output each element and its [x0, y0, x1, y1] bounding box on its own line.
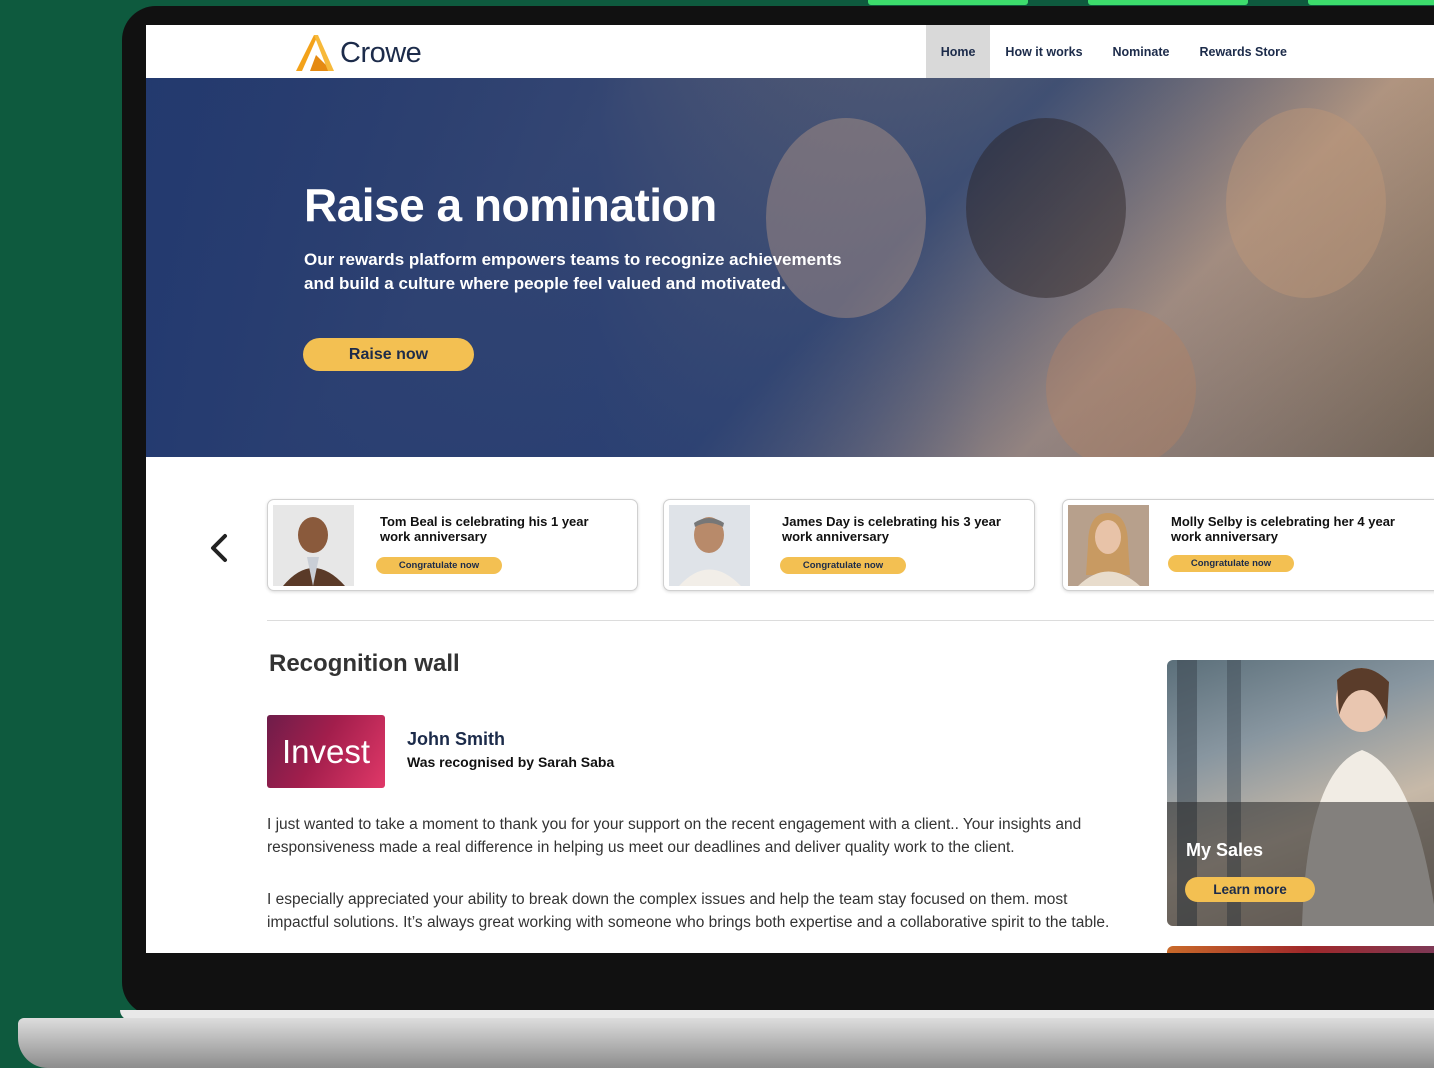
hero-photo-person [966, 118, 1126, 298]
hero-photo-person [1226, 108, 1386, 298]
hero-photo-person [1046, 308, 1196, 457]
site-header: Crowe Home How it works Nominate Rewards… [146, 25, 1434, 78]
top-accent-bar [1308, 0, 1434, 5]
nav-nominate[interactable]: Nominate [1098, 25, 1185, 78]
avatar [273, 505, 354, 586]
hero-title: Raise a nomination [304, 179, 717, 231]
avatar [669, 505, 750, 586]
anniversary-text: James Day is celebrating his 3 year work… [782, 514, 1001, 544]
recognition-message: I just wanted to take a moment to thank … [267, 816, 1082, 856]
logo-text: Crowe [340, 36, 422, 69]
next-promo-card[interactable] [1167, 946, 1434, 953]
chevron-left-icon[interactable] [208, 528, 230, 568]
anniversary-text: Tom Beal is celebrating his 1 year work … [380, 514, 589, 544]
invest-badge: Invest [267, 715, 385, 788]
my-sales-card[interactable]: My Sales Learn more [1167, 660, 1434, 926]
congratulate-button[interactable]: Congratulate now [1168, 555, 1294, 572]
raise-now-button[interactable]: Raise now [303, 338, 474, 371]
my-sales-overlay [1167, 802, 1434, 926]
congratulate-button[interactable]: Congratulate now [376, 557, 502, 574]
nav-home[interactable]: Home [925, 25, 991, 78]
main-nav: Home How it works Nominate Rewards Store [925, 25, 1434, 78]
anniversary-card: James Day is celebrating his 3 year work… [663, 499, 1035, 591]
recognised-name[interactable]: John Smith [407, 729, 505, 750]
hero-subtitle: Our rewards platform empowers teams to r… [304, 250, 842, 293]
anniversary-card: Tom Beal is celebrating his 1 year work … [267, 499, 638, 591]
congratulate-button[interactable]: Congratulate now [780, 557, 906, 574]
recognised-by: Was recognised by Sarah Saba [407, 754, 615, 770]
recognition-message: I especially appreciated your ability to… [267, 891, 1110, 931]
nav-rewards-store[interactable]: Rewards Store [1184, 25, 1302, 78]
avatar [1068, 505, 1149, 586]
crowe-logo[interactable]: Crowe [296, 35, 422, 71]
anniversary-text: Molly Selby is celebrating her 4 year wo… [1171, 514, 1395, 544]
learn-more-button[interactable]: Learn more [1185, 877, 1315, 902]
laptop-base [18, 1018, 1434, 1068]
nav-how-it-works[interactable]: How it works [990, 25, 1097, 78]
anniversary-card: Molly Selby is celebrating her 4 year wo… [1062, 499, 1434, 591]
section-divider [267, 620, 1434, 621]
recognition-wall-title: Recognition wall [269, 650, 460, 677]
top-accent-bar [1088, 0, 1248, 5]
crowe-logo-icon [296, 35, 334, 71]
browser-screen: Crowe Home How it works Nominate Rewards… [146, 25, 1434, 953]
my-sales-title: My Sales [1186, 840, 1264, 860]
hero-banner: Raise a nomination Our rewards platform … [146, 78, 1434, 457]
top-accent-bar [868, 0, 1028, 5]
